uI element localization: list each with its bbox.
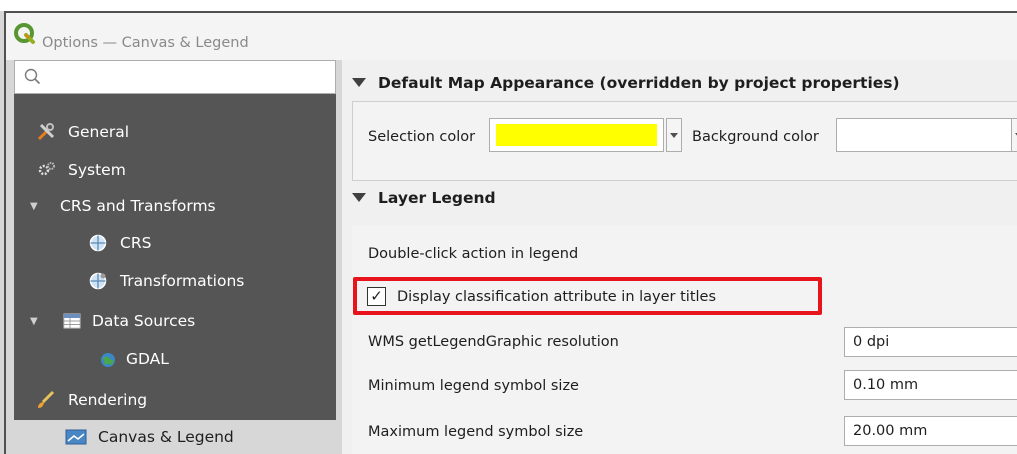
window-left-edge [4, 11, 6, 454]
globe-transform-icon [86, 269, 110, 293]
globe-icon [86, 231, 110, 255]
max-symbol-size-label: Maximum legend symbol size [368, 424, 584, 440]
sidebar-item-label: Canvas & Legend [98, 428, 234, 446]
qgis-logo-icon [14, 23, 35, 44]
sidebar-item-label: System [68, 161, 126, 179]
chevron-down-icon [670, 132, 678, 138]
section-title: Layer Legend [378, 189, 496, 207]
brush-icon [34, 388, 58, 412]
background-color-dropdown[interactable] [1011, 118, 1017, 152]
table-icon [60, 309, 84, 333]
gears-icon [34, 158, 58, 182]
sidebar-item-canvas-legend[interactable]: Canvas & Legend [64, 420, 234, 454]
background-color-label: Background color [692, 129, 819, 145]
window-title: Options — Canvas & Legend [42, 35, 249, 51]
section-layer-legend[interactable]: Layer Legend [352, 189, 496, 207]
sidebar-item-label: GDAL [126, 350, 169, 368]
sidebar-item-crs[interactable]: CRS [86, 226, 151, 260]
sidebar-item-label: Transformations [120, 272, 245, 290]
section-default-map-appearance[interactable]: Default Map Appearance (overridden by pr… [352, 74, 900, 92]
sidebar-item-transformations[interactable]: Transformations [86, 264, 244, 298]
double-click-action-label: Double-click action in legend [368, 246, 579, 262]
search-input[interactable] [14, 60, 336, 94]
wms-resolution-label: WMS getLegendGraphic resolution [368, 334, 619, 350]
collapse-triangle-icon [352, 78, 366, 87]
sidebar-item-crs-and-transforms[interactable]: ▼ CRS and Transforms [30, 189, 216, 223]
sidebar-item-general[interactable]: General [34, 115, 129, 149]
min-symbol-size-input[interactable]: 0.10 mm [844, 370, 1017, 400]
sidebar-item-data-sources[interactable]: ▼ Data Sources [30, 304, 195, 338]
sidebar-item-system[interactable]: System [34, 153, 126, 187]
selection-color-button[interactable] [489, 118, 664, 152]
sidebar-item-label: Data Sources [92, 312, 196, 330]
chevron-down-icon[interactable]: ▼ [30, 201, 48, 212]
sidebar-item-label: CRS and Transforms [60, 197, 216, 215]
globe-gdal-icon [96, 347, 120, 371]
sidebar-item-gdal[interactable]: GDAL [96, 342, 169, 376]
selection-color-swatch [496, 124, 657, 146]
tools-icon [34, 120, 58, 144]
background-color-swatch [843, 124, 1005, 146]
collapse-triangle-icon [352, 193, 366, 202]
highlight-annotation [353, 277, 822, 315]
search-icon [24, 68, 41, 85]
sidebar-item-rendering[interactable]: Rendering [34, 383, 147, 417]
canvas-icon [64, 425, 88, 449]
sidebar-item-label: Rendering [68, 391, 148, 409]
section-title: Default Map Appearance (overridden by pr… [378, 74, 900, 92]
background-color-button[interactable] [836, 118, 1012, 152]
sidebar-item-label: CRS [120, 234, 152, 252]
min-symbol-size-label: Minimum legend symbol size [368, 378, 579, 394]
screen-backdrop [0, 0, 1017, 11]
selection-color-label: Selection color [368, 129, 476, 145]
chevron-down-icon[interactable]: ▼ [30, 316, 48, 327]
wms-resolution-input[interactable]: 0 dpi [844, 327, 1017, 357]
max-symbol-size-input[interactable]: 20.00 mm [844, 416, 1017, 446]
sidebar-item-label: General [68, 123, 130, 141]
selection-color-dropdown[interactable] [666, 118, 682, 152]
